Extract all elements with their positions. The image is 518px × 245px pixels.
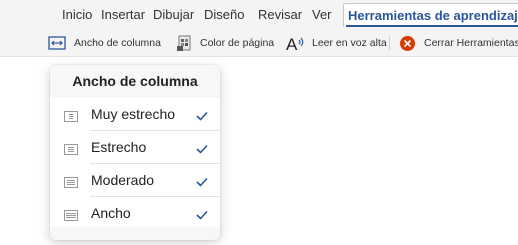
page-color-button[interactable]: Color de página (176, 34, 276, 52)
close-learning-tools-button[interactable]: Cerrar Herramientas (399, 34, 518, 52)
learning-tools-toolbar: Ancho de columna Color de página A Leer … (0, 30, 518, 57)
page-color-label: Color de página (200, 37, 275, 49)
option-muy-estrecho[interactable]: Muy estrecho (50, 98, 220, 131)
tab-dibujar[interactable]: Dibujar (153, 7, 194, 22)
toolbar-separator (389, 36, 390, 50)
column-width-button[interactable]: Ancho de columna (48, 34, 161, 52)
ribbon-tabs: Inicio Insertar Dibujar Diseño Revisar V… (0, 0, 518, 30)
dropdown-footer (50, 227, 220, 240)
column-width-option-icon (64, 109, 78, 127)
tab-diseno[interactable]: Diseño (204, 7, 244, 22)
checkmark-icon (196, 207, 208, 225)
tab-inicio[interactable]: Inicio (62, 7, 92, 22)
option-moderado[interactable]: Moderado (50, 164, 220, 197)
read-aloud-label: Leer en voz alta (312, 37, 387, 49)
read-aloud-button[interactable]: A Leer en voz alta (285, 34, 387, 54)
column-width-option-icon (64, 175, 78, 193)
close-circle-icon (399, 35, 416, 57)
column-width-option-icon (64, 142, 78, 160)
tab-herramientas-de-aprendizaje[interactable]: Herramientas de aprendizaje (343, 3, 518, 27)
read-aloud-icon: A (285, 33, 307, 58)
dropdown-title: Ancho de columna (72, 73, 198, 89)
option-label: Ancho (91, 205, 131, 221)
option-label: Moderado (91, 172, 155, 188)
close-label: Cerrar Herramientas (424, 37, 518, 49)
column-width-option-icon (64, 208, 78, 226)
tab-ver[interactable]: Ver (312, 7, 332, 22)
checkmark-icon (196, 108, 208, 126)
checkmark-icon (196, 141, 208, 159)
column-width-icon (48, 35, 66, 56)
option-label: Muy estrecho (91, 106, 176, 122)
option-ancho[interactable]: Ancho (50, 197, 220, 230)
tab-insertar[interactable]: Insertar (101, 7, 145, 22)
column-width-label: Ancho de columna (74, 37, 161, 49)
checkmark-icon (196, 174, 208, 192)
page-color-icon (176, 34, 194, 57)
svg-text:A: A (286, 35, 298, 53)
option-estrecho[interactable]: Estrecho (50, 131, 220, 164)
column-width-dropdown: Ancho de columna Muy estrecho Estrecho M… (50, 65, 220, 240)
tab-revisar[interactable]: Revisar (258, 7, 302, 22)
option-label: Estrecho (91, 139, 147, 155)
